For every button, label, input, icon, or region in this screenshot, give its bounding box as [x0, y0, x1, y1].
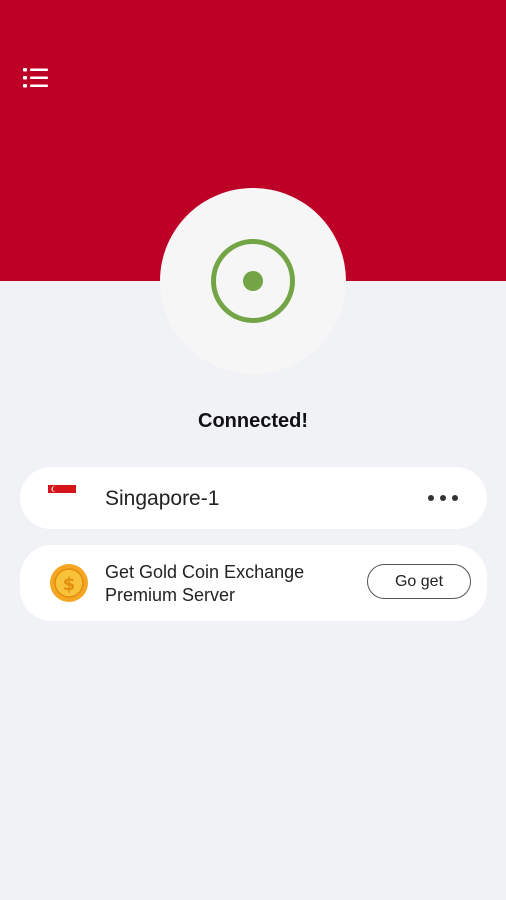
gold-coin-promo: $ Get Gold Coin Exchange Premium Server … [20, 545, 487, 621]
server-selector[interactable]: Singapore-1 [20, 467, 487, 529]
menu-button[interactable] [20, 64, 52, 94]
promo-text: Get Gold Coin Exchange Premium Server [105, 561, 304, 607]
singapore-flag-icon [48, 485, 76, 501]
more-horizontal-icon [428, 495, 458, 501]
promo-line-1: Get Gold Coin Exchange [105, 562, 305, 582]
server-name: Singapore-1 [105, 487, 220, 510]
connected-power-icon [211, 239, 295, 323]
promo-line-2: Premium Server [105, 585, 236, 605]
gold-coin-icon: $ [50, 564, 88, 602]
connect-toggle[interactable] [160, 188, 346, 374]
list-menu-icon [23, 68, 48, 88]
go-get-button[interactable]: Go get [367, 564, 471, 599]
svg-text:$: $ [63, 574, 76, 595]
connection-status: Connected! [198, 410, 308, 432]
power-dot [243, 271, 263, 291]
more-options-button[interactable] [425, 489, 461, 507]
